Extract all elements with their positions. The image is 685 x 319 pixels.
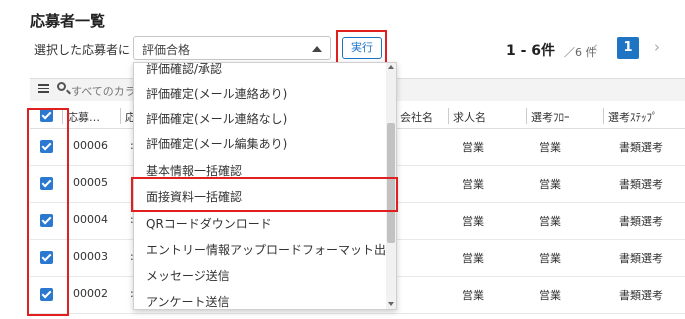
- step-cell: 書類選考: [619, 252, 663, 265]
- flow-cell: 営業: [539, 141, 561, 154]
- job-title-cell: 営業: [462, 289, 484, 302]
- job-title-cell: 営業: [462, 215, 484, 228]
- page-title: 応募者一覧: [30, 12, 106, 30]
- next-page-chevron-icon[interactable]: ›: [654, 38, 660, 56]
- step-cell: 書類選考: [619, 289, 663, 302]
- checkbox-column-highlight: [27, 108, 69, 316]
- step-cell: 書類選考: [619, 141, 663, 154]
- dropdown-option[interactable]: 評価確定(メール連絡なし): [146, 110, 287, 127]
- header-selection-step[interactable]: 選考ｽﾃｯﾌﾟ: [608, 109, 658, 125]
- job-title-cell: 営業: [462, 252, 484, 265]
- dropdown-option[interactable]: アンケート送信: [146, 293, 230, 309]
- scroll-down-arrow-icon[interactable]: [388, 302, 394, 306]
- step-cell: 書類選考: [619, 178, 663, 191]
- scroll-up-arrow-icon[interactable]: [388, 65, 394, 69]
- header-company[interactable]: 会社名: [400, 109, 433, 125]
- dropdown-option[interactable]: 評価確認/承認: [146, 63, 222, 77]
- header-job-title[interactable]: 求人名: [453, 109, 486, 125]
- flow-cell: 営業: [539, 252, 561, 265]
- application-id: 00003: [73, 250, 108, 263]
- application-id: 00002: [73, 287, 108, 300]
- bulk-action-label: 選択した応募者に: [34, 43, 131, 57]
- flow-cell: 営業: [539, 215, 561, 228]
- dropdown-option[interactable]: エントリー情報アップロードフォーマット出力: [146, 241, 396, 258]
- dropdown-option[interactable]: 評価確定(メール連絡あり): [146, 85, 287, 102]
- option-highlight: [131, 177, 398, 212]
- dropdown-option[interactable]: 評価確定(メール編集あり): [146, 135, 287, 152]
- bulk-action-select[interactable]: 評価合格: [133, 36, 331, 60]
- search-icon: [57, 82, 66, 91]
- job-title-cell: 営業: [462, 178, 484, 191]
- job-title-cell: 営業: [462, 141, 484, 154]
- application-id: 00004: [73, 213, 108, 226]
- column-search-input[interactable]: すべてのカラ: [71, 83, 136, 99]
- step-cell: 書類選考: [619, 215, 663, 228]
- flow-cell: 営業: [539, 178, 561, 191]
- dropdown-option[interactable]: QRコードダウンロード: [146, 215, 272, 232]
- bulk-action-selected-value: 評価合格: [142, 43, 191, 57]
- current-page-button[interactable]: 1: [617, 37, 639, 59]
- application-id: 00005: [73, 176, 108, 189]
- hamburger-menu-icon[interactable]: [38, 84, 49, 93]
- header-selection-flow[interactable]: 選考ﾌﾛｰ: [531, 109, 570, 125]
- run-button[interactable]: 実行: [342, 37, 382, 59]
- application-id: 00006: [73, 139, 108, 152]
- dropdown-option[interactable]: メッセージ送信: [146, 267, 230, 284]
- caret-up-icon: [312, 46, 322, 52]
- prev-page-chevron-icon[interactable]: ‹: [592, 38, 598, 56]
- header-application-no[interactable]: 応募…: [67, 109, 100, 125]
- result-count: 1 - 6件: [506, 43, 556, 59]
- flow-cell: 営業: [539, 289, 561, 302]
